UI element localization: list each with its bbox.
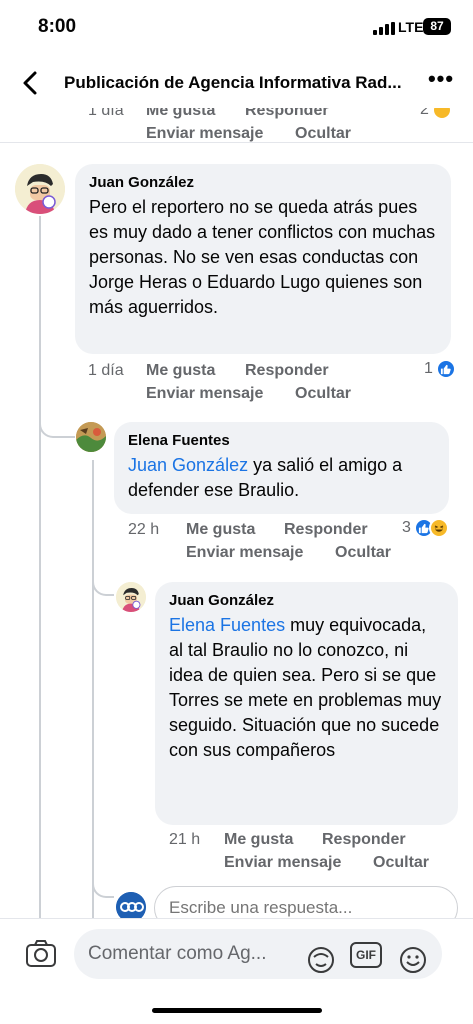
chevron-left-icon[interactable] <box>16 68 46 98</box>
comment-bubble[interactable]: Juan González Elena Fuentes muy equivoca… <box>155 582 458 825</box>
camera-icon[interactable] <box>24 937 58 971</box>
haha-icon <box>428 518 449 538</box>
reply-button[interactable]: Responder <box>245 108 329 120</box>
divider <box>0 142 473 143</box>
avatar[interactable] <box>76 422 106 452</box>
comment-text-wrap: Juan González ya salió el amigo a defend… <box>128 453 435 503</box>
reaction-summary[interactable]: 1 <box>424 359 456 379</box>
comment-actions: 21 h Me gusta Responder <box>169 831 406 849</box>
thread-branch-3 <box>92 868 114 898</box>
comment-bubble[interactable]: Juan González Pero el reportero no se qu… <box>75 164 451 354</box>
nav-bar: Publicación de Agencia Informativa Rad..… <box>0 58 473 108</box>
comment-actions-row2: Enviar mensaje Ocultar <box>146 385 351 403</box>
page-logo-icon <box>116 892 146 920</box>
reply-button[interactable]: Responder <box>245 362 329 380</box>
emoji-icon[interactable] <box>398 945 428 975</box>
avatar-illustration <box>76 422 106 452</box>
comment-time: 1 día <box>88 362 124 379</box>
top-actions-row2: Enviar mensaje Ocultar <box>146 125 351 143</box>
comment-text: Pero el reportero no se queda atrás pues… <box>89 197 436 317</box>
comment-text: muy equivocada, al tal Braulio no lo con… <box>169 615 442 760</box>
page-avatar <box>116 892 146 920</box>
reaction-count: 3 <box>402 519 411 536</box>
like-button[interactable]: Me gusta <box>146 108 215 120</box>
comment-placeholder: Comentar como Ag... <box>88 943 267 964</box>
comment-actions: 22 h Me gusta Responder <box>128 521 368 539</box>
more-icon[interactable]: ••• <box>426 68 456 92</box>
like-button[interactable]: Me gusta <box>186 521 255 539</box>
comment-actions: 1 día Me gusta Responder <box>88 362 329 380</box>
thread-branch <box>39 408 75 438</box>
reaction-count: 2 <box>420 108 429 118</box>
status-time: 8:00 <box>38 16 77 37</box>
like-button[interactable]: Me gusta <box>146 362 215 380</box>
gif-icon[interactable]: GIF <box>350 942 382 968</box>
like-icon <box>435 359 456 379</box>
page-title: Publicación de Agencia Informativa Rad..… <box>64 73 402 92</box>
home-indicator <box>152 1008 322 1013</box>
reply-input[interactable] <box>169 898 439 918</box>
hide-button[interactable]: Ocultar <box>335 544 391 562</box>
reaction-summary[interactable]: 2 <box>420 108 452 120</box>
send-message-button[interactable]: Enviar mensaje <box>186 544 303 561</box>
avatar-illustration <box>116 582 146 612</box>
comment-time: 21 h <box>169 831 201 848</box>
comment-author[interactable]: Juan González <box>89 174 437 191</box>
reply-button[interactable]: Responder <box>284 521 368 539</box>
hide-button[interactable]: Ocultar <box>373 854 429 872</box>
network-label: LTE <box>398 19 424 35</box>
status-bar: 8:00 LTE 87 <box>0 0 473 54</box>
mention-link[interactable]: Juan González <box>128 455 248 475</box>
reply-button[interactable]: Responder <box>322 831 406 849</box>
thread-branch-2 <box>92 572 114 596</box>
comment-author[interactable]: Juan González <box>169 592 444 609</box>
like-button[interactable]: Me gusta <box>224 831 293 849</box>
comment-input[interactable]: Comentar como Ag... GIF <box>74 929 442 979</box>
hide-button[interactable]: Ocultar <box>295 385 351 403</box>
send-message-button[interactable]: Enviar mensaje <box>224 854 341 871</box>
comment-actions-row2: Enviar mensaje Ocultar <box>186 544 391 562</box>
avatar[interactable] <box>15 164 65 214</box>
top-actions: 1 día Me gusta Responder <box>88 108 329 120</box>
avatar[interactable] <box>116 582 146 612</box>
send-message-button[interactable]: Enviar mensaje <box>146 385 263 402</box>
signal-icon <box>373 22 395 35</box>
battery-icon: 87 <box>423 18 451 35</box>
reaction-summary[interactable]: 3 <box>402 518 449 538</box>
mention-link[interactable]: Elena Fuentes <box>169 615 285 635</box>
thread-line <box>39 216 41 920</box>
avatar-illustration <box>15 164 65 214</box>
comments-feed: 1 día Me gusta Responder Enviar mensaje … <box>0 108 473 920</box>
reaction-count: 1 <box>424 360 433 377</box>
hide-button[interactable]: Ocultar <box>295 125 351 143</box>
comment-time: 22 h <box>128 521 160 538</box>
send-message-button[interactable]: Enviar mensaje <box>146 125 263 142</box>
comment-text-wrap: Elena Fuentes muy equivocada, al tal Bra… <box>169 613 444 763</box>
comment-actions-row2: Enviar mensaje Ocultar <box>224 854 429 872</box>
haha-icon <box>431 108 452 120</box>
comment-author[interactable]: Elena Fuentes <box>128 432 435 449</box>
comment-time: 1 día <box>88 108 124 119</box>
comment-bubble[interactable]: Elena Fuentes Juan González ya salió el … <box>114 422 449 514</box>
avatar-sticker-icon[interactable] <box>306 945 336 975</box>
thread-line-2 <box>92 460 94 920</box>
